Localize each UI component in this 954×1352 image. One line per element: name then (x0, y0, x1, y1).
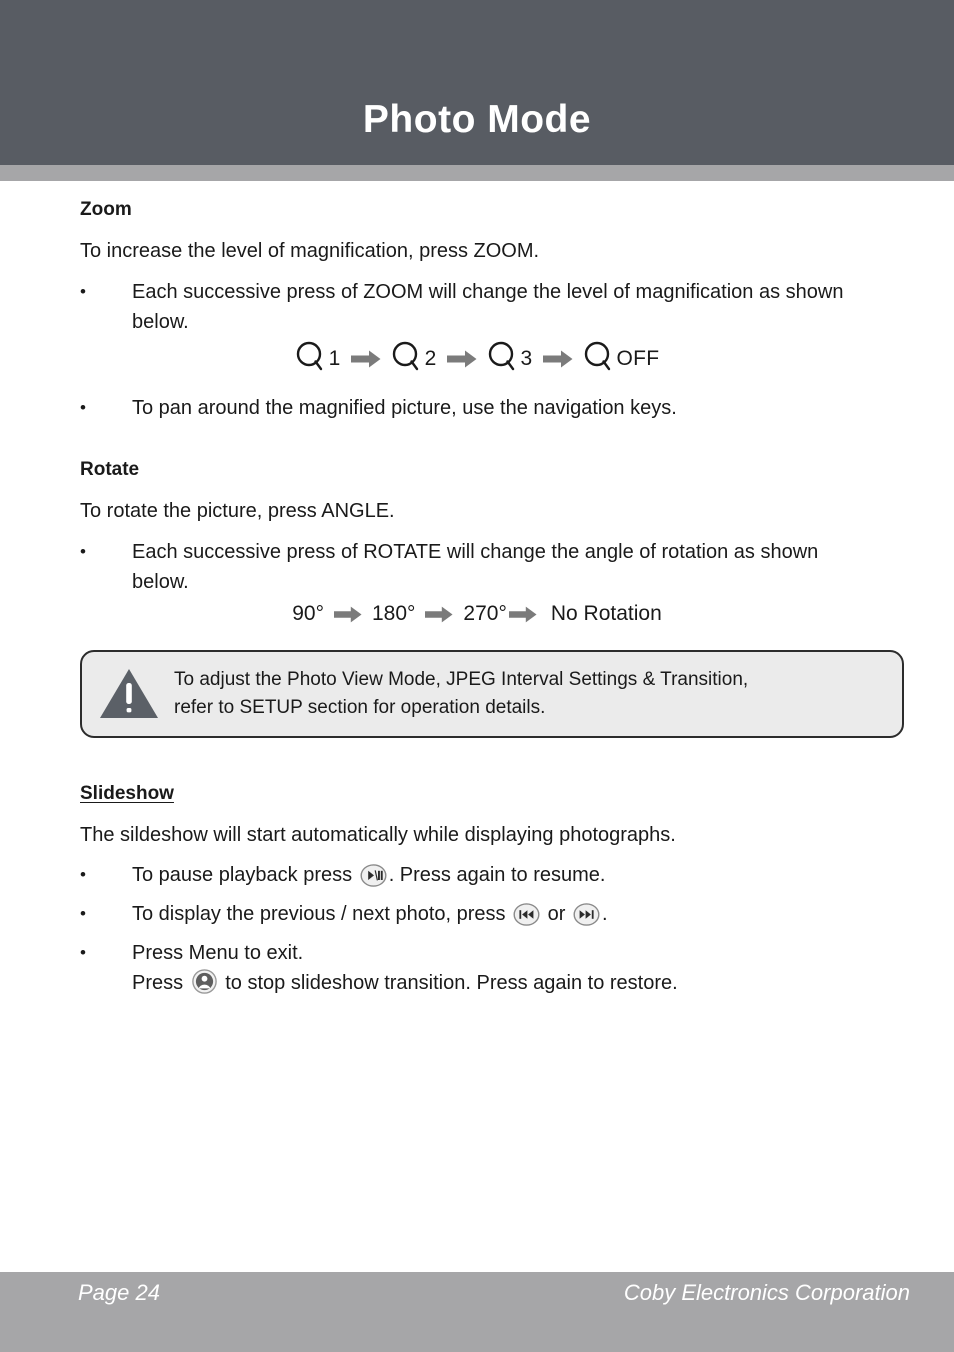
slideshow-intro-text: The sildeshow will start automatically w… (80, 824, 676, 846)
zoom-bullet-1: • Each successive press of ZOOM will cha… (80, 277, 880, 337)
slideshow-bullet-pause: • To pause playback press . Press again … (80, 860, 910, 890)
right-arrow-icon (446, 350, 477, 368)
display-text-suffix: to stop slideshow transition. Press agai… (219, 972, 678, 994)
zoom-bullet-2-text: To pan around the magnified picture, use… (132, 397, 677, 419)
slideshow-bullet-menu-text: Press Menu to exit. Press to stop slides… (132, 938, 874, 998)
pause-text-suffix: . Press again to resume. (388, 864, 606, 886)
magnifier-icon (583, 340, 613, 378)
rotation-step-4: No Rotation (550, 602, 662, 625)
bullet-marker: • (80, 542, 86, 561)
rotate-bullet-1-text: Each successive press of ROTATE will cha… (132, 541, 819, 593)
zoom-bullet-1-text: Each successive press of ZOOM will chang… (132, 281, 844, 333)
zoom-step-3-label: 3 (520, 347, 533, 370)
right-arrow-icon (350, 350, 381, 368)
slideshow-bullet-pause-text: To pause playback press . Press again to… (132, 860, 874, 890)
right-arrow-icon (425, 606, 453, 623)
page-title: Photo Mode (362, 98, 592, 141)
section-heading-slideshow: Slideshow (80, 783, 174, 804)
display-button-icon (191, 969, 218, 995)
zoom-step-off-label: OFF (616, 347, 660, 370)
right-arrow-icon (508, 606, 537, 623)
bullet-marker: • (80, 943, 86, 962)
header-accent-band (0, 165, 954, 181)
prevnext-text-prefix: To display the previous / next photo, pr… (132, 903, 512, 925)
bullet-marker: • (80, 904, 86, 923)
note-text-line-1: To adjust the Photo View Mode, JPEG Inte… (174, 669, 749, 690)
rotation-step-3: 270° (463, 602, 507, 625)
zoom-level-sequence: 1 2 3 OFF (0, 340, 954, 378)
rotation-step-1: 90° (292, 602, 324, 625)
warning-triangle-icon (98, 666, 160, 722)
rotate-intro-text: To rotate the picture, press ANGLE. (80, 500, 395, 522)
pause-text-prefix: To pause playback press (132, 864, 358, 886)
rotate-bullet-1: • Each successive press of ROTATE will c… (80, 537, 880, 597)
magnifier-icon (487, 340, 517, 378)
note-callout-box: To adjust the Photo View Mode, JPEG Inte… (80, 650, 904, 738)
prevnext-text-middle: or (542, 903, 572, 925)
right-arrow-icon (333, 606, 362, 623)
magnifier-icon (391, 340, 421, 378)
display-text-prefix: Press (132, 972, 189, 994)
play-pause-button-icon (360, 864, 387, 887)
zoom-step-2: 2 (391, 340, 437, 378)
footer-page-number: Page 24 (78, 1280, 160, 1305)
section-heading-rotate: Rotate (80, 459, 140, 480)
rotation-sequence: 90° 180° 270° No Rotation (0, 602, 954, 626)
zoom-step-2-label: 2 (424, 347, 437, 370)
note-text-line-2: refer to SETUP section for operation det… (174, 697, 546, 718)
slideshow-bullet-prev-next-text: To display the previous / next photo, pr… (132, 899, 874, 929)
previous-track-button-icon (513, 903, 540, 926)
menu-exit-text: Press Menu to exit. (132, 942, 304, 964)
section-heading-zoom: Zoom (80, 199, 132, 220)
zoom-step-3: 3 (487, 340, 533, 378)
zoom-step-1: 1 (295, 340, 341, 378)
zoom-step-off: OFF (583, 340, 660, 378)
slideshow-bullet-prev-next: • To display the previous / next photo, … (80, 899, 910, 929)
note-text: To adjust the Photo View Mode, JPEG Inte… (174, 666, 762, 722)
bullet-marker: • (80, 282, 86, 301)
zoom-step-1-label: 1 (328, 347, 341, 370)
magnifier-icon (295, 340, 325, 378)
right-arrow-icon (542, 350, 573, 368)
next-track-button-icon (573, 903, 600, 926)
zoom-intro-text: To increase the level of magnification, … (80, 240, 540, 262)
footer-company-name: Coby Electronics Corporation (623, 1280, 910, 1305)
prevnext-text-suffix: . (602, 903, 608, 925)
rotation-step-2: 180° (371, 602, 416, 625)
zoom-bullet-2: • To pan around the magnified picture, u… (80, 393, 880, 423)
bullet-marker: • (80, 398, 86, 417)
slideshow-bullet-menu: • Press Menu to exit. Press to stop slid… (80, 938, 910, 998)
bullet-marker: • (80, 865, 86, 884)
